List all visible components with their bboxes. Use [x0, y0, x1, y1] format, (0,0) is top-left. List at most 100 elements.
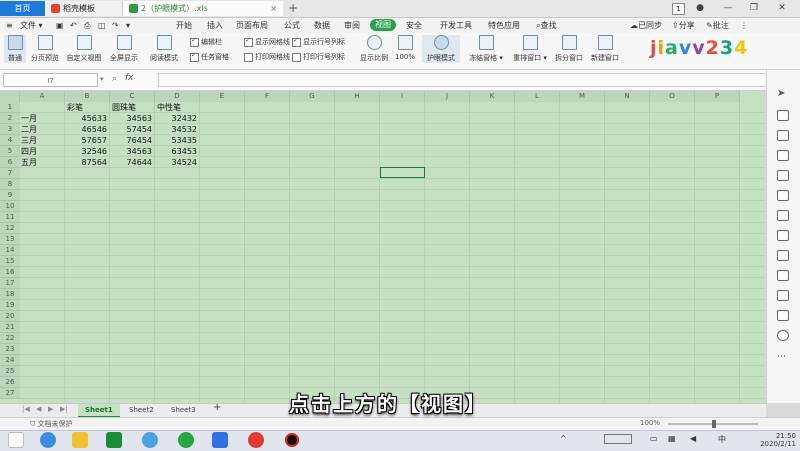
table-cell[interactable]: 四月	[21, 146, 37, 157]
selection-icon[interactable]	[777, 210, 789, 221]
row-header[interactable]: 8	[0, 179, 20, 190]
column-header[interactable]: I	[380, 91, 425, 102]
menu-more-icon[interactable]: ⋮	[740, 18, 748, 33]
column-header[interactable]: M	[560, 91, 605, 102]
sheet-tab-2[interactable]: Sheet2	[122, 404, 161, 416]
document-icon[interactable]	[777, 290, 789, 301]
menu-security[interactable]: 安全	[406, 18, 422, 33]
table-cell[interactable]: 87564	[65, 157, 107, 168]
sheet-tab-1[interactable]: Sheet1	[78, 404, 120, 418]
print-icon[interactable]: ⎙	[84, 18, 90, 33]
more-icon[interactable]: ▾	[126, 18, 130, 33]
menu-search[interactable]: ⌕查找	[536, 18, 556, 33]
eye-protection-button[interactable]: 护眼模式	[422, 35, 460, 63]
next-sheet-icon[interactable]: ▶	[48, 405, 53, 413]
select-all-corner[interactable]	[0, 91, 20, 102]
hamburger-icon[interactable]: ≡	[6, 18, 13, 33]
column-header[interactable]: A	[20, 91, 65, 102]
windows-start-icon[interactable]	[8, 432, 24, 448]
row-header[interactable]: 14	[0, 245, 20, 256]
table-cell[interactable]: 34563	[110, 146, 152, 157]
shapes-icon[interactable]	[777, 110, 789, 121]
table-cell[interactable]: 74644	[110, 157, 152, 168]
zoom-level[interactable]: 100%	[640, 419, 660, 427]
table-cell[interactable]: 32432	[155, 113, 197, 124]
preview-icon[interactable]: ◫	[98, 18, 106, 33]
row-header[interactable]: 21	[0, 322, 20, 333]
undo-icon[interactable]: ↶	[70, 18, 77, 33]
last-sheet-icon[interactable]: ▶|	[60, 405, 68, 413]
check-gridlines[interactable]: 显示网格线	[244, 36, 290, 47]
menu-special[interactable]: 特色应用	[488, 18, 520, 33]
column-header[interactable]: N	[605, 91, 650, 102]
row-header[interactable]: 12	[0, 223, 20, 234]
row-header[interactable]: 13	[0, 234, 20, 245]
row-header[interactable]: 20	[0, 311, 20, 322]
freeze-panes-button[interactable]: 冻结窗格 ▾	[466, 35, 506, 63]
row-header[interactable]: 4	[0, 135, 20, 146]
menu-insert[interactable]: 插入	[207, 18, 223, 33]
column-header[interactable]: B	[65, 91, 110, 102]
table-cell[interactable]: 57657	[65, 135, 107, 146]
page-break-preview-button[interactable]: 分页预览	[28, 35, 62, 63]
reading-mode-button[interactable]: 阅读模式	[144, 35, 184, 63]
menu-page-layout[interactable]: 页面布局	[236, 18, 268, 33]
row-header[interactable]: 25	[0, 366, 20, 377]
normal-view-button[interactable]: 普通	[4, 35, 26, 63]
row-header[interactable]: 24	[0, 355, 20, 366]
user-avatar-icon[interactable]: ●	[690, 0, 710, 17]
zoom-slider-handle[interactable]	[712, 420, 716, 428]
table-icon[interactable]	[777, 170, 789, 181]
row-header[interactable]: 5	[0, 146, 20, 157]
column-header[interactable]: J	[425, 91, 470, 102]
active-cell[interactable]	[380, 167, 425, 178]
row-header[interactable]: 16	[0, 267, 20, 278]
table-cell[interactable]: 五月	[21, 157, 37, 168]
split-window-button[interactable]: 拆分窗口	[552, 35, 586, 63]
table-cell[interactable]: 34532	[155, 124, 197, 135]
network-icon[interactable]: ▦	[668, 434, 676, 443]
first-sheet-icon[interactable]: |◀	[22, 405, 30, 413]
media-app-icon[interactable]	[106, 432, 122, 448]
table-cell[interactable]: 53435	[155, 135, 197, 146]
table-cell[interactable]: 二月	[21, 124, 37, 135]
check-headings[interactable]: 显示行号列标	[292, 36, 345, 47]
redo-icon[interactable]: ↷	[112, 18, 119, 33]
arrange-windows-button[interactable]: 重排窗口 ▾	[510, 35, 550, 63]
more-sidebar-icon[interactable]: ⋯	[777, 352, 789, 363]
check-print-gridlines[interactable]: 打印网格线	[244, 52, 290, 62]
column-header[interactable]: P	[695, 91, 740, 102]
column-header[interactable]: H	[335, 91, 380, 102]
row-header[interactable]: 3	[0, 124, 20, 135]
input-method[interactable]: 中	[718, 434, 726, 445]
chart-icon[interactable]	[777, 190, 789, 201]
namebox-dropdown-icon[interactable]: ▾	[100, 75, 104, 83]
wps-writer-icon[interactable]	[212, 432, 228, 448]
share-panel-icon[interactable]	[777, 250, 789, 261]
table-cell[interactable]: 32546	[65, 146, 107, 157]
close-window-icon[interactable]: ✕	[772, 0, 792, 17]
row-header[interactable]: 10	[0, 201, 20, 212]
menu-home[interactable]: 开始	[176, 18, 192, 33]
column-header[interactable]: D	[155, 91, 200, 102]
tab-home[interactable]: 首页	[0, 1, 45, 16]
battery-icon[interactable]: ▭	[650, 434, 658, 443]
row-header[interactable]: 1	[0, 102, 20, 113]
column-header[interactable]: F	[245, 91, 290, 102]
column-header[interactable]: K	[470, 91, 515, 102]
backup-icon[interactable]	[777, 230, 789, 241]
row-header[interactable]: 27	[0, 388, 20, 399]
check-formula-bar[interactable]: 编辑栏	[190, 36, 222, 47]
column-header[interactable]: G	[290, 91, 335, 102]
table-cell[interactable]: 34563	[110, 113, 152, 124]
comment-button[interactable]: ✎批注	[706, 18, 729, 33]
formula-input[interactable]	[158, 73, 768, 87]
spreadsheet-grid[interactable]: ABCDEFGHIJKLMNOP 1 2 3 4 5 6 7 8 9 10 11 12 13 14 15 16…	[0, 91, 765, 403]
table-cell[interactable]: 45633	[65, 113, 107, 124]
check-task-pane[interactable]: 任务窗格	[190, 51, 229, 62]
menu-data[interactable]: 数据	[314, 18, 330, 33]
menu-view[interactable]: 视图	[370, 19, 396, 31]
row-header[interactable]: 18	[0, 289, 20, 300]
file-explorer-icon[interactable]	[72, 432, 88, 448]
table-cell[interactable]: 圆珠笔	[112, 102, 136, 113]
